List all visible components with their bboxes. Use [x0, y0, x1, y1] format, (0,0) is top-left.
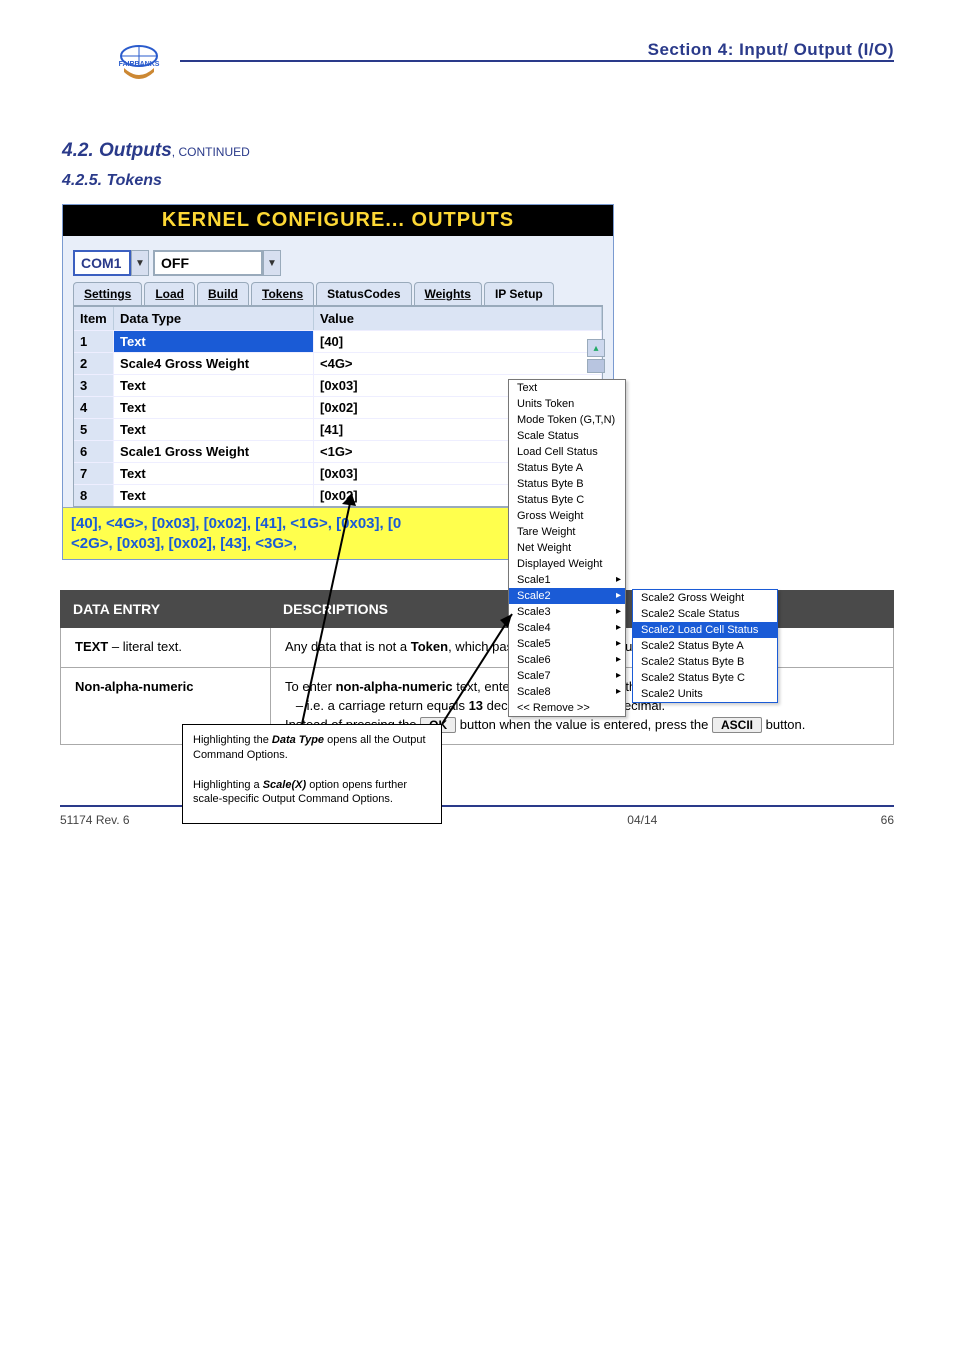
menu-item[interactable]: Net Weight: [509, 540, 625, 556]
table-row: TEXT – literal text.: [61, 628, 271, 668]
menu-item[interactable]: Scale6: [509, 652, 625, 668]
tabs-row: SettingsLoadBuildTokensStatusCodesWeight…: [73, 282, 603, 306]
tab-weights[interactable]: Weights: [414, 282, 482, 305]
chevron-down-icon[interactable]: ▼: [263, 250, 281, 276]
callout-box: Highlighting the Data Type opens all the…: [182, 724, 442, 824]
menu-item[interactable]: Scale7: [509, 668, 625, 684]
screenshot-area: KERNEL CONFIGURE... OUTPUTS COM1 ▼ OFF ▼…: [62, 204, 792, 560]
menu-item[interactable]: Mode Token (G,T,N): [509, 412, 625, 428]
table-row[interactable]: 2Scale4 Gross Weight<4G>: [74, 352, 602, 374]
tab-build[interactable]: Build: [197, 282, 249, 305]
menu-item[interactable]: Scale5: [509, 636, 625, 652]
menu-item[interactable]: Units Token: [509, 396, 625, 412]
col-item: Item: [74, 307, 114, 330]
menu-item[interactable]: Status Byte B: [509, 476, 625, 492]
tab-settings[interactable]: Settings: [73, 282, 142, 305]
datatype-context-menu[interactable]: TextUnits TokenMode Token (G,T,N)Scale S…: [508, 379, 626, 717]
menu-item[interactable]: Scale4: [509, 620, 625, 636]
menu-item[interactable]: Scale Status: [509, 428, 625, 444]
menu-item[interactable]: Load Cell Status: [509, 444, 625, 460]
mode-select[interactable]: OFF ▼: [153, 250, 281, 276]
page-section-title: Section 4: Input/ Output (I/O): [648, 40, 894, 60]
col-datatype: Data Type: [114, 307, 314, 330]
menu-item[interactable]: Status Byte A: [509, 460, 625, 476]
menu-item[interactable]: Scale1: [509, 572, 625, 588]
menu-item[interactable]: Displayed Weight: [509, 556, 625, 572]
scroll-thumb[interactable]: [587, 359, 605, 373]
ascii-button-label: ASCII: [712, 717, 762, 733]
scale-submenu[interactable]: Scale2 Gross WeightScale2 Scale StatusSc…: [632, 589, 778, 703]
menu-item[interactable]: Scale2 Load Cell Status: [633, 622, 777, 638]
tab-ip setup[interactable]: IP Setup: [484, 282, 554, 305]
menu-item[interactable]: << Remove >>: [509, 700, 625, 716]
doc-revision: 51174 Rev. 6: [60, 813, 130, 827]
page-number: 66: [881, 813, 894, 827]
tab-tokens[interactable]: Tokens: [251, 282, 314, 305]
menu-item[interactable]: Scale2 Units: [633, 686, 777, 702]
tab-load[interactable]: Load: [144, 282, 195, 305]
menu-item[interactable]: Scale2 Gross Weight: [633, 590, 777, 606]
menu-item[interactable]: Status Byte C: [509, 492, 625, 508]
tab-statuscodes[interactable]: StatusCodes: [316, 282, 411, 305]
scroll-up-icon[interactable]: ▴: [587, 339, 605, 357]
menu-item[interactable]: Tare Weight: [509, 524, 625, 540]
window-title: KERNEL CONFIGURE... OUTPUTS: [63, 205, 613, 236]
svg-text:FAIRBANKS: FAIRBANKS: [119, 61, 160, 68]
menu-item[interactable]: Gross Weight: [509, 508, 625, 524]
col-data-entry: DATA ENTRY: [61, 591, 271, 628]
menu-item[interactable]: Scale2 Status Byte B: [633, 654, 777, 670]
doc-date: 04/14: [627, 813, 657, 827]
menu-item[interactable]: Scale3: [509, 604, 625, 620]
section-heading: 4.2. Outputs, CONTINUED: [62, 140, 894, 162]
fairbanks-logo: FAIRBANKS: [110, 42, 168, 90]
table-row[interactable]: 1Text[40]: [74, 330, 602, 352]
subsection-heading: 4.2.5. Tokens: [62, 172, 894, 190]
menu-item[interactable]: Scale2 Status Byte A: [633, 638, 777, 654]
menu-item[interactable]: Scale2 Scale Status: [633, 606, 777, 622]
menu-item[interactable]: Scale8: [509, 684, 625, 700]
menu-item[interactable]: Text: [509, 380, 625, 396]
col-value: Value: [314, 307, 602, 330]
chevron-down-icon[interactable]: ▼: [131, 250, 149, 276]
menu-item[interactable]: Scale2: [509, 588, 625, 604]
com-port-select[interactable]: COM1 ▼: [73, 250, 149, 276]
menu-item[interactable]: Scale2 Status Byte C: [633, 670, 777, 686]
